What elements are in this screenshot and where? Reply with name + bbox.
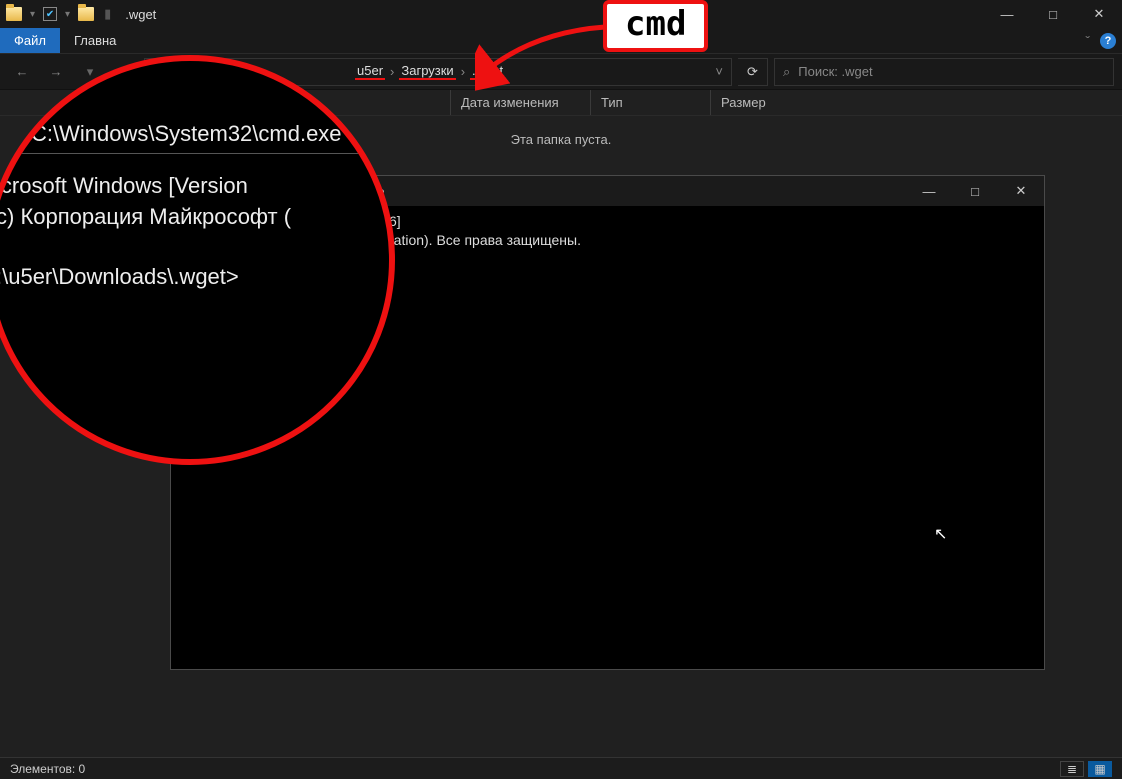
maximize-button[interactable]: □ xyxy=(1030,0,1076,28)
close-button[interactable]: ✕ xyxy=(1076,0,1122,28)
ribbon-collapse-icon[interactable]: ˇ xyxy=(1083,33,1092,49)
chevron-down-icon[interactable]: ▾ xyxy=(28,9,37,20)
properties-icon[interactable]: ✔ xyxy=(43,7,57,21)
search-box[interactable]: ⌕ Поиск: .wget xyxy=(774,58,1114,86)
ribbon-tabs: Файл Главна ˇ ? xyxy=(0,28,1122,54)
annotation-label: cmd xyxy=(603,0,708,52)
refresh-button[interactable]: ⟳ xyxy=(738,58,768,86)
chevron-down-icon[interactable]: ˅ xyxy=(715,64,723,79)
zoom-cmd-output: icrosoft Windows [Version с) Корпорация … xyxy=(0,171,384,293)
window-title: .wget xyxy=(125,7,156,22)
explorer-titlebar[interactable]: ▾ ✔ ▾ ▮ .wget — □ ✕ xyxy=(0,0,1122,28)
zoom-titlebar: C:\ C:\Windows\System32\cmd.exe xyxy=(1,121,342,147)
cmd-maximize-button[interactable]: □ xyxy=(952,176,998,206)
tab-home[interactable]: Главна xyxy=(60,28,130,53)
chevron-down-icon[interactable]: ▾ xyxy=(63,9,72,20)
status-bar: Элементов: 0 ≣ ▦ xyxy=(0,757,1122,779)
column-size[interactable]: Размер xyxy=(710,90,810,115)
breadcrumb-downloads[interactable]: Загрузки xyxy=(399,63,455,80)
cmd-minimize-button[interactable]: — xyxy=(906,176,952,206)
help-icon[interactable]: ? xyxy=(1100,33,1116,49)
separator: ▮ xyxy=(104,6,111,22)
quick-access-toolbar: ▾ ✔ ▾ ▮ .wget xyxy=(6,6,156,22)
zoom-annotation: C:\ C:\Windows\System32\cmd.exe icrosoft… xyxy=(0,55,395,465)
mouse-cursor-icon: ↖ xyxy=(934,524,947,544)
cmd-icon: C:\ xyxy=(1,125,23,143)
view-details-button[interactable]: ≣ xyxy=(1060,761,1084,777)
view-icons-button[interactable]: ▦ xyxy=(1088,761,1112,777)
folder-icon xyxy=(6,7,22,21)
window-controls: — □ ✕ xyxy=(984,0,1122,28)
column-type[interactable]: Тип xyxy=(590,90,710,115)
search-placeholder: Поиск: .wget xyxy=(798,64,872,79)
tab-file[interactable]: Файл xyxy=(0,28,60,53)
new-folder-icon[interactable] xyxy=(78,7,94,21)
separator xyxy=(0,153,389,154)
column-date[interactable]: Дата изменения xyxy=(450,90,590,115)
zoom-title-text: C:\Windows\System32\cmd.exe xyxy=(31,121,342,147)
search-icon: ⌕ xyxy=(783,64,790,80)
breadcrumb-wget[interactable]: .wget xyxy=(470,63,505,80)
cmd-close-button[interactable]: ✕ xyxy=(998,176,1044,206)
chevron-right-icon[interactable]: › xyxy=(458,64,468,79)
status-element-count: Элементов: 0 xyxy=(10,762,85,776)
minimize-button[interactable]: — xyxy=(984,0,1030,28)
